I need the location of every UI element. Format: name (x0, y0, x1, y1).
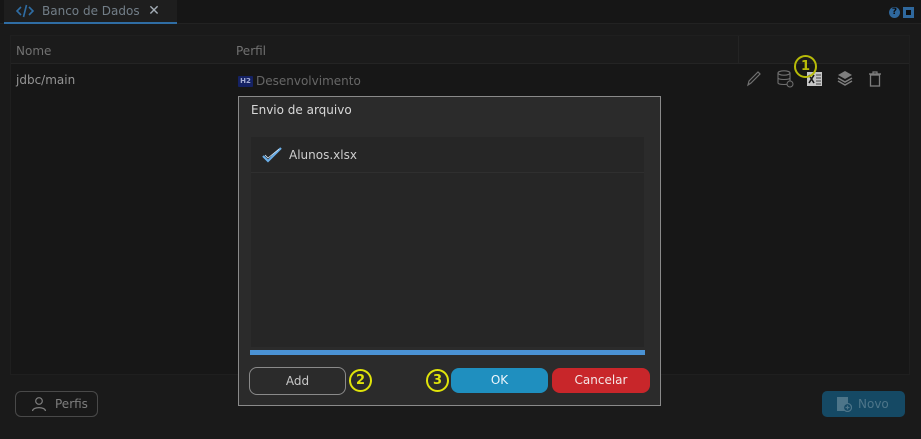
dialog-title: Envio de arquivo (251, 103, 352, 117)
upload-progress-bar (250, 350, 645, 355)
add-button[interactable]: Add (249, 367, 346, 395)
file-upload-dialog: Envio de arquivo Alunos.xlsx Add 2 3 OK … (238, 96, 661, 406)
ok-button[interactable]: OK (451, 368, 548, 393)
cancel-button[interactable]: Cancelar (552, 368, 650, 393)
annotation-marker-3: 3 (426, 369, 449, 392)
file-name: Alunos.xlsx (289, 148, 357, 162)
progress-fill (250, 350, 645, 355)
list-item[interactable]: Alunos.xlsx (251, 137, 644, 173)
annotation-marker-2: 2 (349, 369, 372, 392)
check-icon (262, 147, 282, 163)
file-list: Alunos.xlsx (251, 137, 644, 347)
